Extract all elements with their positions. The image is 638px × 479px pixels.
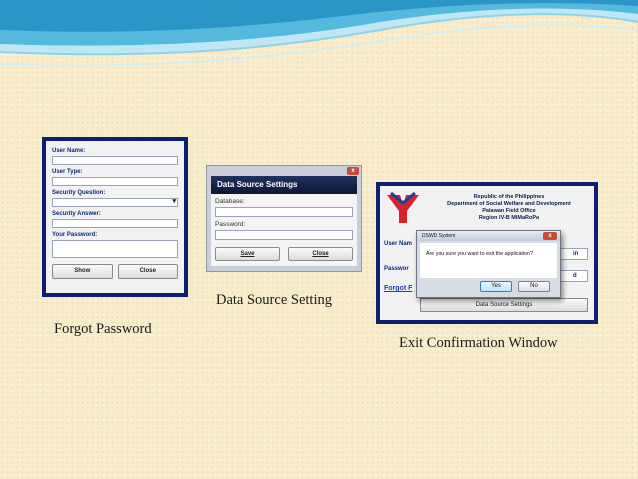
database-label: Database:: [215, 198, 245, 205]
close-button[interactable]: Close: [288, 247, 353, 261]
user-name-label: User Nam: [384, 241, 413, 247]
data-source-buttons: Save Close: [215, 247, 353, 261]
security-answer-input[interactable]: [52, 219, 178, 228]
user-type-input[interactable]: [52, 177, 178, 186]
data-source-form: Data Source Settings Database: Password:…: [211, 176, 357, 266]
data-source-title: Data Source Settings: [211, 176, 357, 194]
login-field[interactable]: in: [558, 248, 588, 260]
wave-header-decoration: [0, 0, 638, 67]
header-line: Palawan Field Office: [482, 208, 536, 214]
forgot-password-window: User Name: User Type: Security Question:…: [42, 137, 188, 297]
no-button[interactable]: No: [518, 281, 550, 292]
header-line: Region IV-B MiMaRoPa: [478, 215, 540, 221]
dialog-buttons: Yes No: [417, 278, 560, 292]
security-question-label: Security Question:: [52, 190, 106, 196]
user-type-label: User Type:: [52, 169, 83, 175]
data-source-window: x Data Source Settings Database: Passwor…: [206, 165, 362, 272]
exit-confirmation-window: Republic of the Philippines Department o…: [376, 182, 598, 324]
dialog-message: Are you sure you want to exit the applic…: [420, 243, 557, 278]
window-close-icon[interactable]: x: [347, 167, 359, 175]
user-name-label: User Name:: [52, 148, 86, 154]
header-line: Republic of the Philippines: [473, 194, 545, 200]
security-answer-label: Security Answer:: [52, 211, 101, 217]
your-password-label: Your Password:: [52, 232, 98, 238]
login-field[interactable]: d: [558, 270, 588, 282]
caption-data-source-setting: Data Source Setting: [216, 292, 332, 308]
password-input[interactable]: [215, 230, 353, 240]
save-button[interactable]: Save: [215, 247, 280, 261]
login-window: Republic of the Philippines Department o…: [380, 186, 594, 320]
data-source-settings-button[interactable]: Data Source Settings: [420, 298, 588, 312]
close-button[interactable]: Close: [117, 264, 178, 279]
your-password-output: [52, 240, 178, 258]
password-label: Password:: [215, 221, 246, 228]
caption-forgot-password: Forgot Password: [54, 321, 152, 337]
dialog-close-icon[interactable]: x: [543, 232, 557, 240]
dswd-logo-icon: [387, 191, 419, 223]
database-input[interactable]: [215, 207, 353, 217]
caption-exit-confirmation: Exit Confirmation Window: [399, 335, 558, 351]
exit-confirm-dialog: DSWD System x Are you sure you want to e…: [416, 230, 561, 298]
security-question-select[interactable]: [52, 197, 178, 207]
forgot-password-link[interactable]: Forgot F: [384, 285, 412, 292]
password-label: Passwor: [384, 266, 409, 272]
user-name-input[interactable]: [52, 156, 178, 165]
forgot-password-form: User Name: User Type: Security Question:…: [46, 141, 184, 293]
yes-button[interactable]: Yes: [480, 281, 512, 292]
header-line: Department of Social Welfare and Develop…: [447, 201, 571, 207]
forgot-password-buttons: Show Close: [52, 264, 178, 279]
show-button[interactable]: Show: [52, 264, 113, 279]
dialog-title: DSWD System: [417, 231, 560, 241]
agency-header: Republic of the Philippines Department o…: [428, 194, 590, 222]
